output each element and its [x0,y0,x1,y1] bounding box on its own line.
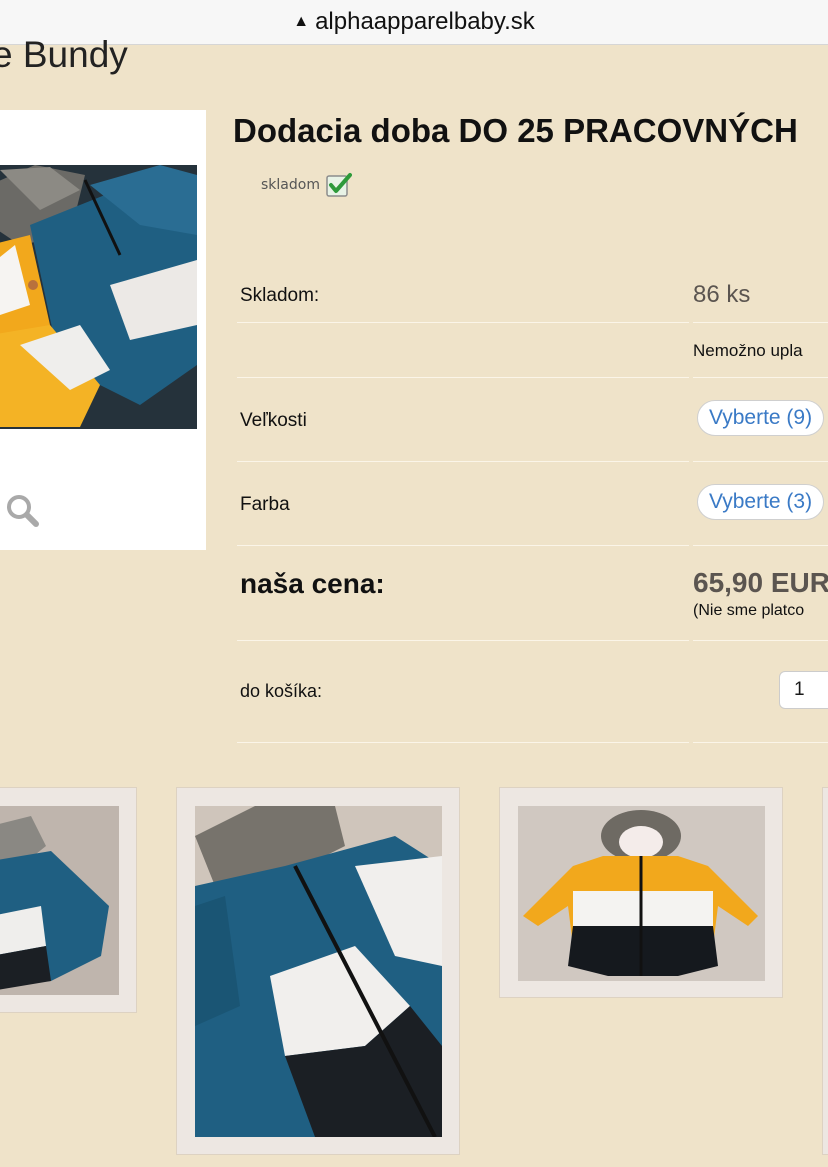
lock-icon: ▲ [293,13,310,30]
product-detail-table: Skladom: 86 ks Nemožno upla Veľkosti Vyb… [237,266,828,743]
thumbnail-image-2 [195,806,442,1137]
thumbnail-1[interactable] [0,787,137,1013]
stock-row: Skladom: 86 ks [237,266,828,323]
main-product-image[interactable] [0,165,197,429]
sizes-label: Veľkosti [240,410,307,431]
main-product-photo-panel [0,110,206,550]
product-title: Dodacia doba DO 25 PRACOVNÝCH [233,112,798,149]
color-label: Farba [240,494,290,515]
select-size-button[interactable]: Vyberte (9) [697,400,825,436]
url-text: alphaapparelbaby.sk [315,8,535,35]
select-color-button[interactable]: Vyberte (3) [697,484,825,520]
add-to-cart-row: do košíka: 1 [237,641,828,743]
page-title: e Bundy [0,34,128,75]
price-note: (Nie sme platco [693,602,805,619]
quantity-input[interactable]: 1 [779,671,828,709]
payment-note: Nemožno upla [693,341,803,360]
quantity-value: 1 [794,679,805,700]
zoom-icon[interactable] [2,490,42,530]
cart-label: do košíka: [240,681,323,701]
availability-status: skladom [261,172,352,198]
stock-label: Skladom: [240,285,320,306]
price-row: naša cena: 65,90 EUR (Nie sme platco [237,546,828,641]
price-value: 65,90 EUR [693,567,828,598]
stock-value: 86 ks [693,281,751,308]
payment-note-row: Nemožno upla [237,323,828,378]
thumbnail-image-3 [518,806,765,981]
thumbnail-4[interactable] [822,787,828,1155]
color-row: Farba Vyberte (3) [237,462,828,546]
thumbnail-3[interactable] [499,787,783,998]
sizes-row: Veľkosti Vyberte (9) [237,378,828,462]
price-label: naša cena: [240,568,385,599]
thumbnail-2[interactable] [176,787,460,1155]
checkmark-icon [326,173,352,197]
thumbnail-image-1 [0,806,119,995]
availability-text: skladom [261,177,320,193]
